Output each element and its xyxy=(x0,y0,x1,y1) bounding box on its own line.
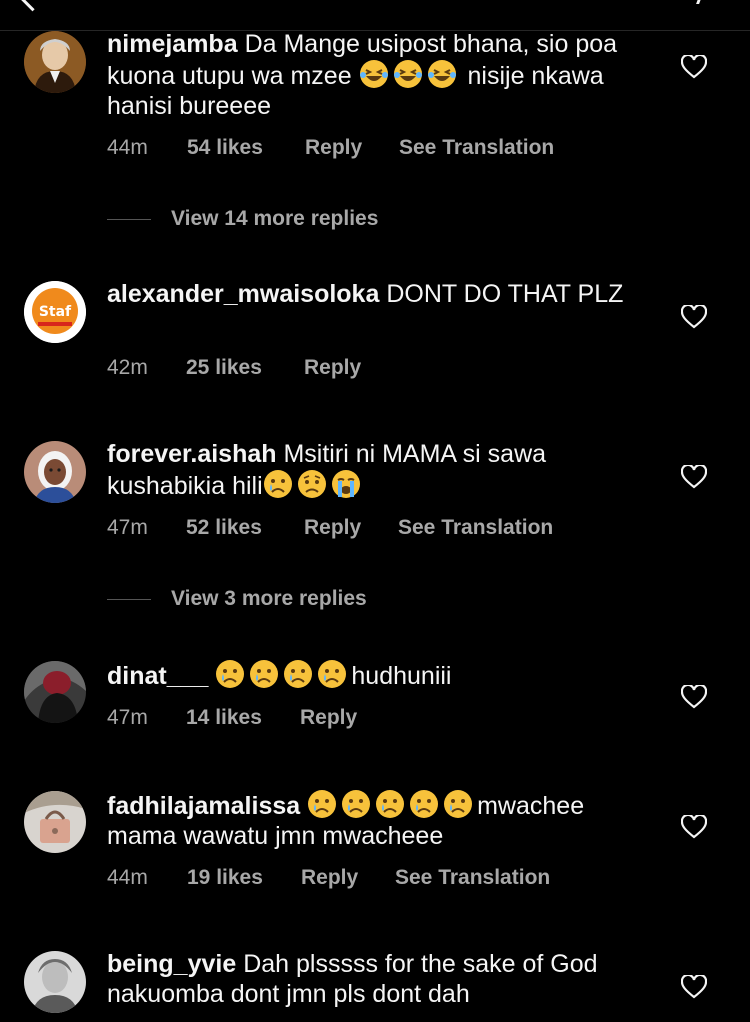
likes-count[interactable]: 25 likes xyxy=(186,356,304,380)
timestamp: 44m xyxy=(107,136,148,159)
avatar[interactable]: Staf xyxy=(24,281,86,343)
heart-icon[interactable] xyxy=(681,685,707,709)
sobbing-emoji xyxy=(331,469,361,499)
laughing-emoji xyxy=(427,59,457,89)
avatar[interactable] xyxy=(24,31,86,93)
username[interactable]: being_yvie xyxy=(107,950,236,978)
comment-text: alexander_mwaisoloka DONT DO THAT PLZ xyxy=(107,280,624,308)
crying-emoji xyxy=(307,789,337,819)
crying-emoji xyxy=(443,789,473,819)
timestamp: 47m xyxy=(107,706,148,729)
likes-count[interactable]: 14 likes xyxy=(186,706,300,730)
more-icon[interactable] xyxy=(690,0,705,4)
avatar[interactable] xyxy=(24,791,86,853)
divider-line xyxy=(107,598,151,600)
crying-emoji xyxy=(409,789,439,819)
divider-line xyxy=(107,218,151,220)
reply-button[interactable]: Reply xyxy=(301,866,395,890)
see-translation-button[interactable]: See Translation xyxy=(399,136,554,160)
comment-meta: 47m 52 likes Reply See Translation xyxy=(107,516,553,540)
username[interactable]: dinat___ xyxy=(107,662,208,690)
comment-text: fadhilajamalissa mwachee mama wawatu jmn… xyxy=(107,789,652,851)
crying-emoji xyxy=(263,469,293,499)
crying-emoji xyxy=(375,789,405,819)
heart-icon[interactable] xyxy=(681,305,707,329)
laughing-emoji xyxy=(393,59,423,89)
reply-button[interactable]: Reply xyxy=(305,136,399,160)
avatar[interactable] xyxy=(24,661,86,723)
username[interactable]: forever.aishah xyxy=(107,440,277,468)
crying-emoji xyxy=(215,659,245,689)
timestamp: 42m xyxy=(107,356,148,379)
crying-emoji xyxy=(249,659,279,689)
crying-emoji xyxy=(283,659,313,689)
avatar[interactable] xyxy=(24,441,86,503)
crying-emoji xyxy=(317,659,347,689)
username[interactable]: nimejamba xyxy=(107,30,238,58)
likes-count[interactable]: 54 likes xyxy=(187,136,305,160)
timestamp: 44m xyxy=(107,866,148,889)
likes-count[interactable]: 52 likes xyxy=(186,516,304,540)
crying-emoji xyxy=(341,789,371,819)
likes-count[interactable]: 19 likes xyxy=(187,866,301,890)
avatar[interactable] xyxy=(24,951,86,1013)
heart-icon[interactable] xyxy=(681,55,707,79)
heart-icon[interactable] xyxy=(681,465,707,489)
see-translation-button[interactable]: See Translation xyxy=(395,866,550,890)
comment-text: nimejamba Da Mange usipost bhana, sio po… xyxy=(107,30,618,120)
timestamp: 47m xyxy=(107,516,148,539)
top-bar xyxy=(0,0,750,31)
reply-button[interactable]: Reply xyxy=(304,356,361,380)
sad-emoji xyxy=(297,469,327,499)
username[interactable]: alexander_mwaisoloka xyxy=(107,280,379,308)
comment-text: forever.aishah Msitiri ni MAMA si sawa k… xyxy=(107,440,547,500)
comment-meta: 44m 19 likes Reply See Translation xyxy=(107,866,550,890)
comment-meta: 47m 14 likes Reply xyxy=(107,706,357,730)
back-arrow-icon[interactable] xyxy=(17,0,48,12)
reply-button[interactable]: Reply xyxy=(300,706,357,730)
comment-meta: 44m 54 likes Reply See Translation xyxy=(107,136,554,160)
reply-button[interactable]: Reply xyxy=(304,516,398,540)
see-translation-button[interactable]: See Translation xyxy=(398,516,553,540)
svg-text:Staf: Staf xyxy=(39,304,72,320)
comment-text: being_yvie Dah plsssss for the sake of G… xyxy=(107,950,598,1008)
heart-icon[interactable] xyxy=(681,815,707,839)
laughing-emoji xyxy=(359,59,389,89)
heart-icon[interactable] xyxy=(681,975,707,999)
view-more-replies[interactable]: View 3 more replies xyxy=(107,587,367,611)
comment-text: dinat___ hudhuniii xyxy=(107,659,652,691)
view-more-replies[interactable]: View 14 more replies xyxy=(107,207,378,231)
comment-meta: 42m 25 likes Reply xyxy=(107,356,361,380)
username[interactable]: fadhilajamalissa xyxy=(107,792,300,820)
